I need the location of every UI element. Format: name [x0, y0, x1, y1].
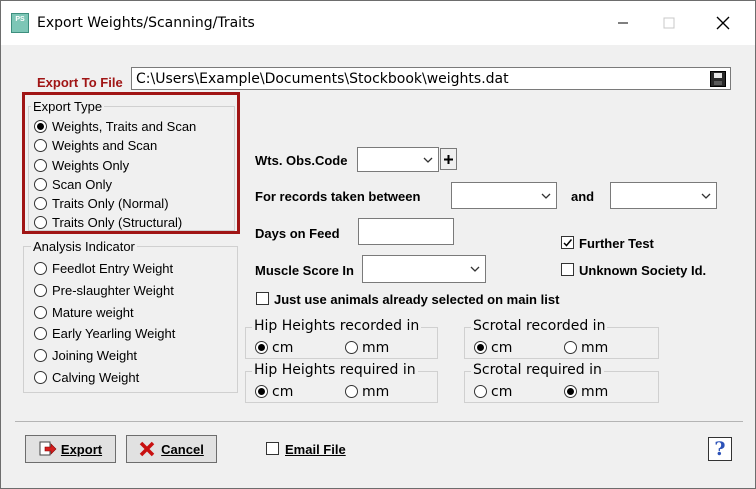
analysis-indicator-option-label: Calving Weight: [52, 370, 140, 385]
export-type-option-label: Traits Only (Structural): [52, 215, 183, 230]
wts-obs-code-label: Wts. Obs.Code: [255, 153, 348, 168]
analysis-indicator-radio[interactable]: [34, 349, 47, 362]
export-type-option-label: Traits Only (Normal): [52, 196, 169, 211]
unit-radio-mm[interactable]: [564, 385, 577, 398]
unit-option-label: mm: [362, 384, 390, 400]
unit-radio-cm[interactable]: [474, 341, 487, 354]
export-icon: [39, 441, 57, 456]
maximize-icon: [663, 17, 675, 29]
analysis-indicator-option-label: Joining Weight: [52, 348, 138, 363]
unit-option-label: cm: [491, 384, 513, 400]
further-test-checkbox[interactable]: [561, 236, 574, 249]
units-group-title: Scrotal required in: [471, 362, 604, 378]
analysis-indicator-radio[interactable]: [34, 262, 47, 275]
export-type-radio[interactable]: [34, 139, 47, 152]
unit-radio-mm[interactable]: [345, 341, 358, 354]
export-type-title: Export Type: [31, 99, 105, 114]
close-button[interactable]: [701, 9, 745, 37]
export-dialog: PS Export Weights/Scanning/Traits Export…: [0, 0, 756, 489]
checkmark-icon: [563, 239, 573, 247]
export-type-radio[interactable]: [34, 159, 47, 172]
export-button[interactable]: Export: [25, 435, 116, 463]
muscle-score-select[interactable]: [362, 255, 486, 283]
export-type-radio[interactable]: [34, 216, 47, 229]
unit-radio-cm[interactable]: [255, 385, 268, 398]
analysis-indicator-radio[interactable]: [34, 284, 47, 297]
plus-icon: [444, 154, 453, 164]
export-to-file-label: Export To File: [37, 75, 123, 90]
units-group-title: Hip Heights recorded in: [252, 318, 422, 334]
unit-option-label: mm: [362, 340, 390, 356]
cancel-button[interactable]: Cancel: [126, 435, 217, 463]
chevron-down-icon: [470, 266, 480, 272]
records-to-date-select[interactable]: [610, 182, 717, 209]
just-use-selected-label: Just use animals already selected on mai…: [274, 292, 560, 307]
export-type-radio[interactable]: [34, 197, 47, 210]
unknown-society-checkbox[interactable]: [561, 263, 574, 276]
unit-option-label: mm: [581, 384, 609, 400]
app-icon: PS: [11, 13, 29, 33]
button-bar-separator: [15, 421, 743, 422]
window-title: Export Weights/Scanning/Traits: [37, 15, 255, 31]
analysis-indicator-option-label: Early Yearling Weight: [52, 326, 176, 341]
unit-radio-mm[interactable]: [345, 385, 358, 398]
email-file-label: Email File: [285, 442, 346, 457]
minimize-button[interactable]: [601, 9, 645, 37]
just-use-selected-checkbox[interactable]: [256, 292, 269, 305]
export-type-option-label: Weights Only: [52, 158, 130, 173]
export-type-radio[interactable]: [34, 120, 47, 133]
chevron-down-icon: [423, 157, 433, 163]
title-bar: PS Export Weights/Scanning/Traits: [1, 1, 755, 45]
help-icon: ?: [714, 438, 726, 460]
days-on-feed-input[interactable]: [358, 218, 454, 245]
export-file-path-input[interactable]: C:\Users\Example\Documents\Stockbook\wei…: [131, 67, 731, 90]
minimize-icon: [618, 22, 628, 24]
days-on-feed-label: Days on Feed: [255, 226, 340, 241]
close-icon: [716, 16, 730, 30]
unit-radio-mm[interactable]: [564, 341, 577, 354]
muscle-score-label: Muscle Score In: [255, 263, 354, 278]
save-icon[interactable]: [710, 71, 726, 87]
unit-option-label: cm: [272, 384, 294, 400]
analysis-indicator-radio[interactable]: [34, 306, 47, 319]
unit-option-label: cm: [491, 340, 513, 356]
export-type-radio[interactable]: [34, 178, 47, 191]
email-file-checkbox[interactable]: [266, 442, 279, 455]
help-button[interactable]: ?: [708, 437, 732, 461]
and-label: and: [571, 189, 595, 204]
analysis-indicator-radio[interactable]: [34, 327, 47, 340]
maximize-button: [647, 9, 691, 37]
records-from-date-select[interactable]: [451, 182, 557, 209]
analysis-indicator-radio[interactable]: [34, 371, 47, 384]
export-button-label: Export: [60, 441, 103, 457]
analysis-indicator-option-label: Mature weight: [52, 305, 134, 320]
unit-option-label: mm: [581, 340, 609, 356]
analysis-indicator-option-label: Feedlot Entry Weight: [52, 261, 174, 276]
units-group-title: Scrotal recorded in: [471, 318, 608, 334]
further-test-label: Further Test: [579, 236, 654, 251]
add-obs-code-button[interactable]: [440, 148, 457, 170]
unit-radio-cm[interactable]: [474, 385, 487, 398]
records-between-label: For records taken between: [255, 189, 421, 204]
unit-option-label: cm: [272, 340, 294, 356]
export-type-option-label: Scan Only: [52, 177, 112, 192]
unknown-society-label: Unknown Society Id.: [579, 263, 707, 278]
cancel-button-label: Cancel: [161, 441, 204, 457]
chevron-down-icon: [701, 193, 711, 199]
export-file-path-value: C:\Users\Example\Documents\Stockbook\wei…: [136, 71, 509, 87]
export-type-option-label: Weights, Traits and Scan: [52, 119, 197, 134]
chevron-down-icon: [541, 193, 551, 199]
units-group-title: Hip Heights required in: [252, 362, 418, 378]
unit-radio-cm[interactable]: [255, 341, 268, 354]
wts-obs-code-select[interactable]: [357, 147, 439, 172]
export-type-option-label: Weights and Scan: [52, 138, 158, 153]
analysis-indicator-title: Analysis Indicator: [31, 239, 137, 254]
analysis-indicator-option-label: Pre-slaughter Weight: [52, 283, 174, 298]
cancel-icon: [139, 441, 155, 457]
